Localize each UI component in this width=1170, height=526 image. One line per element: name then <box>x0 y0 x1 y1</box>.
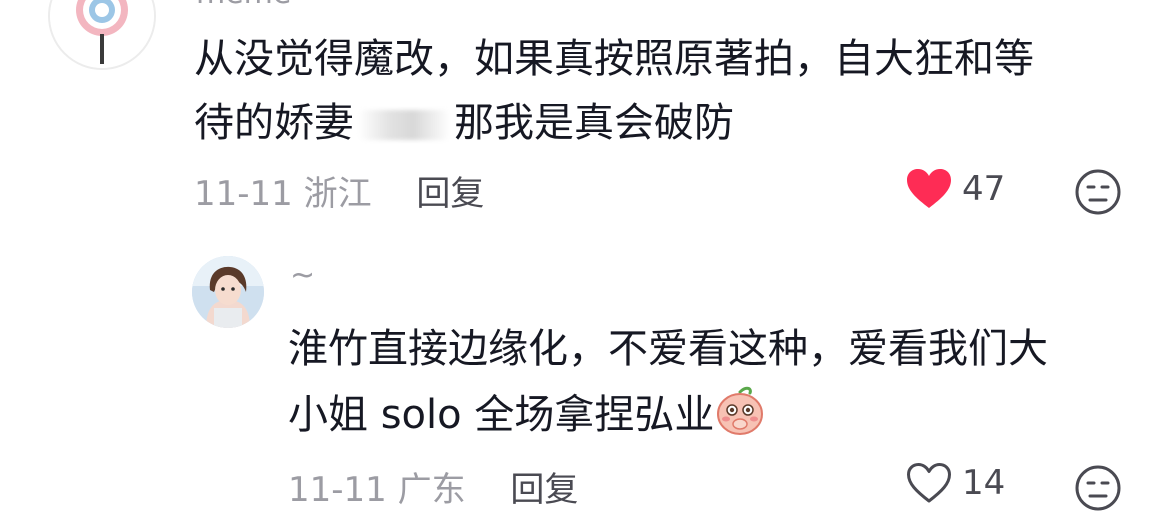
like-count: 47 <box>962 169 1006 209</box>
shy-peach-emoji-icon <box>717 386 764 435</box>
reply-button[interactable]: 回复 <box>510 470 578 510</box>
comment-location: 广东 <box>397 470 466 510</box>
like-button[interactable]: 14 <box>906 462 1005 504</box>
dislike-button[interactable] <box>1074 168 1122 216</box>
avatar[interactable] <box>48 0 156 70</box>
comment-text: 待的娇妻 那我是真会破防 <box>194 92 734 154</box>
comment-date: 11-11 <box>288 470 387 510</box>
comment-location: 浙江 <box>303 174 372 214</box>
like-button[interactable]: 47 <box>906 168 1005 210</box>
meh-face-icon <box>1075 465 1121 511</box>
comment-text-segment: 待的娇妻 <box>194 100 354 146</box>
like-count: 14 <box>962 463 1006 503</box>
comment-meta: 11-11 浙江 回复 <box>194 166 484 215</box>
user-photo-avatar-icon <box>192 256 264 328</box>
comment-text: 从没觉得魔改，如果真按照原著拍，自大狂和等 <box>194 36 1034 82</box>
username[interactable]: ~ <box>290 258 315 293</box>
heart-outline-icon <box>907 463 951 503</box>
avatar[interactable] <box>192 256 264 328</box>
reply-button[interactable]: 回复 <box>416 174 484 214</box>
blurred-text <box>358 110 450 140</box>
comment-text: 小姐 solo 全场拿捏弘业 <box>288 384 766 446</box>
username[interactable]: meme <box>196 0 291 11</box>
comment-meta: 11-11 广东 回复 <box>288 462 578 511</box>
heart-filled-icon <box>907 169 951 208</box>
comment-text-segment: 那我是真会破防 <box>454 100 734 146</box>
comment-text-segment: 小姐 solo 全场拿捏弘业 <box>288 392 715 438</box>
comment-text: 淮竹直接边缘化，不爱看这种，爱看我们大 <box>288 326 1048 372</box>
dislike-button[interactable] <box>1074 464 1122 512</box>
meh-face-icon <box>1075 169 1121 215</box>
comment-date: 11-11 <box>194 174 293 214</box>
lollipop-avatar-icon <box>50 0 154 68</box>
